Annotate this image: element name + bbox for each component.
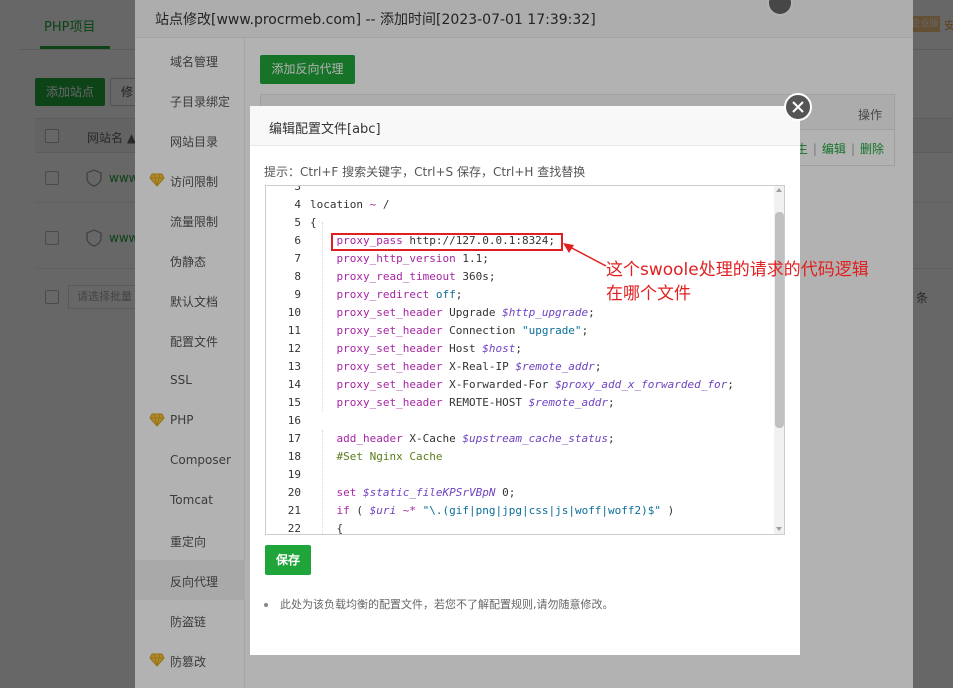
line-number: 3 <box>294 185 301 193</box>
config-note: 此处为该负载均衡的配置文件，若您不了解配置规则,请勿随意修改。 <box>264 596 614 612</box>
code-line-18: #Set Nginx Cache <box>336 450 443 463</box>
line-number: 22 <box>287 522 301 535</box>
line-number: 15 <box>287 396 301 409</box>
shortcut-tip: 提示：Ctrl+F 搜索关键字，Ctrl+S 保存，Ctrl+H 查找替换 <box>264 165 586 179</box>
annotation-arrow-icon <box>563 243 607 267</box>
edit-config-dialog: 编辑配置文件[abc] 提示：Ctrl+F 搜索关键字，Ctrl+S 保存，Ct… <box>250 106 800 655</box>
code-line-9: proxy_redirect off; <box>336 288 463 301</box>
bullet-icon <box>264 603 268 607</box>
code-line-12: proxy_set_header Host $host; <box>336 342 522 355</box>
annotation-text: 这个swoole处理的请求的代码逻辑 在哪个文件 <box>606 258 906 306</box>
line-number-gutter: 3 4 5 6 7 8 9 10 11 12 13 14 15 16 17 18 19 20 21 22 <box>266 185 306 535</box>
line-number: 20 <box>287 486 301 499</box>
line-number: 5 <box>294 216 301 229</box>
scroll-up-arrow-icon[interactable] <box>776 188 782 192</box>
code-line-17: add_header X-Cache $upstream_cache_statu… <box>336 432 615 445</box>
annotation-line-1: 这个swoole处理的请求的代码逻辑 <box>606 260 869 280</box>
line-number: 12 <box>287 342 301 355</box>
code-line-22: { <box>310 522 344 535</box>
line-number: 9 <box>294 288 301 301</box>
code-line-11: proxy_set_header Connection "upgrade"; <box>336 324 589 337</box>
edit-dialog-close-button[interactable] <box>784 93 812 121</box>
code-line-21: if ( $uri ~* "\.(gif|png|jpg|css|js|woff… <box>336 504 675 517</box>
line-number: 8 <box>294 270 301 283</box>
code-line-8: proxy_read_timeout 360s; <box>336 270 496 283</box>
scroll-down-arrow-icon[interactable] <box>776 527 782 531</box>
save-button[interactable]: 保存 <box>265 545 311 575</box>
line-number: 11 <box>287 324 301 337</box>
close-icon <box>792 101 804 113</box>
line-number: 6 <box>294 234 301 247</box>
line-number: 14 <box>287 378 301 391</box>
scroll-thumb[interactable] <box>775 212 784 428</box>
annotation-highlight-box <box>331 233 563 251</box>
config-note-text: 此处为该负载均衡的配置文件，若您不了解配置规则,请勿随意修改。 <box>280 598 614 611</box>
indent-guide <box>322 430 323 534</box>
editor-scrollbar[interactable] <box>774 186 784 534</box>
line-number: 21 <box>287 504 301 517</box>
code-line-10: proxy_set_header Upgrade $http_upgrade; <box>336 306 595 319</box>
code-line-4: location ~ / <box>310 198 390 211</box>
line-number: 7 <box>294 252 301 265</box>
line-number: 18 <box>287 450 301 463</box>
annotation-line-2: 在哪个文件 <box>606 284 691 304</box>
code-line-7: proxy_http_version 1.1; <box>336 252 489 265</box>
line-number: 4 <box>294 198 301 211</box>
edit-dialog-titlebar: 编辑配置文件[abc] <box>250 106 800 146</box>
line-number: 16 <box>287 414 301 427</box>
line-number: 19 <box>287 468 301 481</box>
line-number: 13 <box>287 360 301 373</box>
code-line-5: { <box>310 216 317 229</box>
code-line-14: proxy_set_header X-Forwarded-For $proxy_… <box>336 378 734 391</box>
line-number: 17 <box>287 432 301 445</box>
line-number: 10 <box>287 306 301 319</box>
code-line-13: proxy_set_header X-Real-IP $remote_addr; <box>336 360 602 373</box>
code-line-20: set $static_fileKPSrVBpN 0; <box>336 486 516 499</box>
code-line-15: proxy_set_header REMOTE-HOST $remote_add… <box>336 396 615 409</box>
edit-dialog-title: 编辑配置文件[abc] <box>269 122 381 137</box>
